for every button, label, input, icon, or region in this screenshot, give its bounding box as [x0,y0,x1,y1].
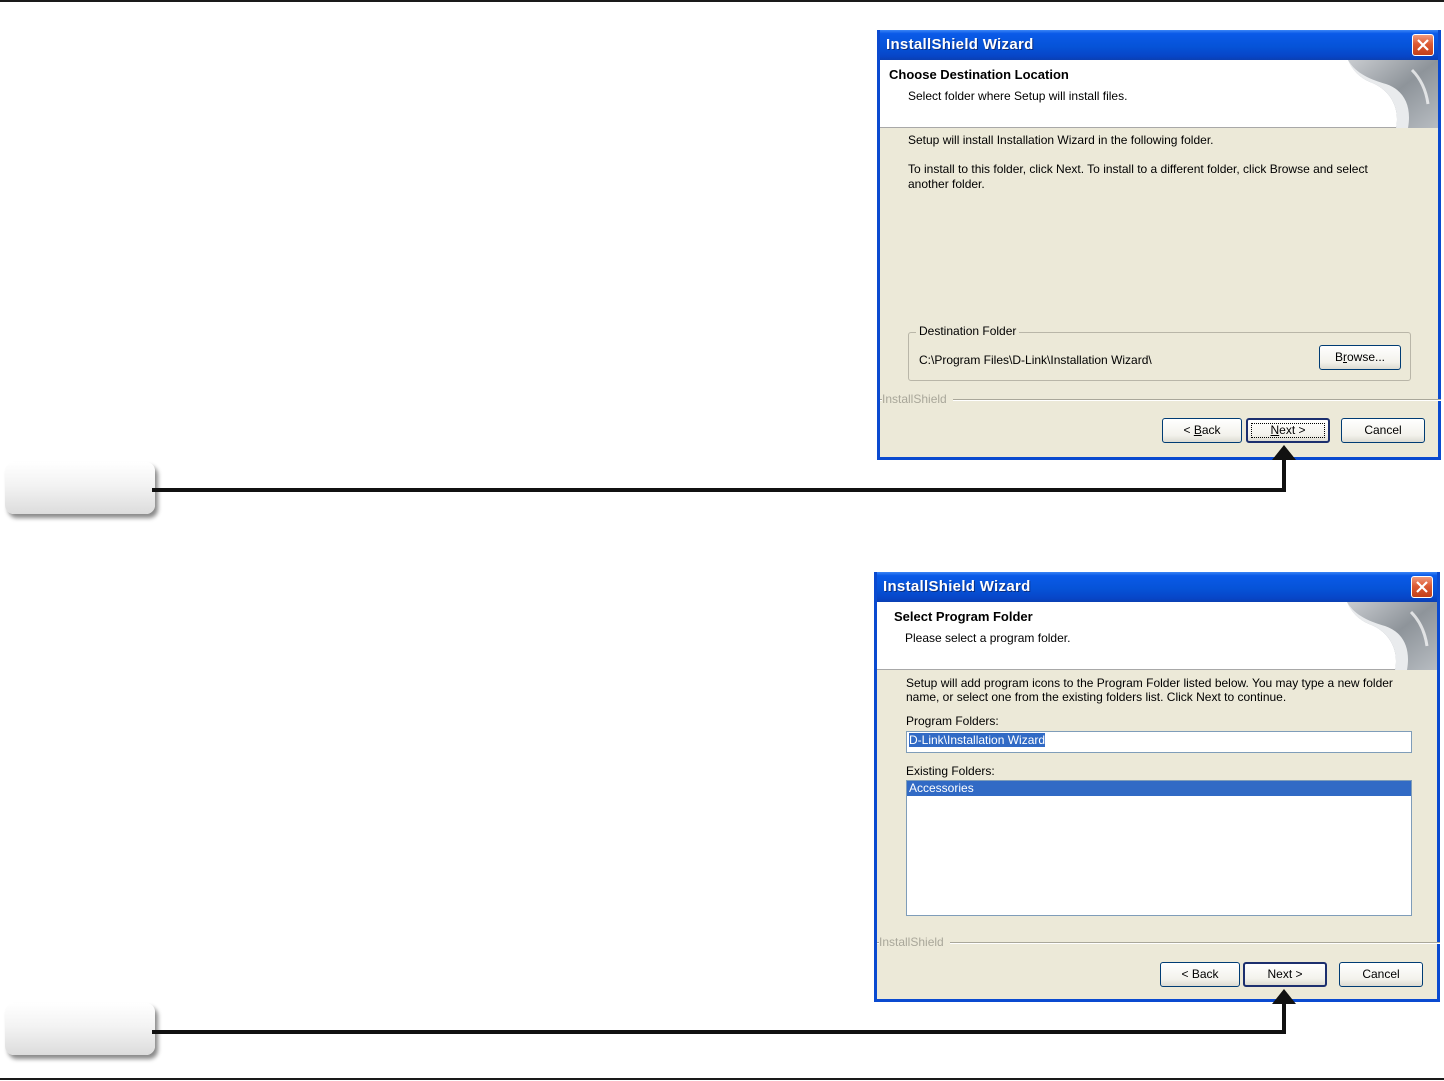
connector-arrow [152,445,1296,1034]
